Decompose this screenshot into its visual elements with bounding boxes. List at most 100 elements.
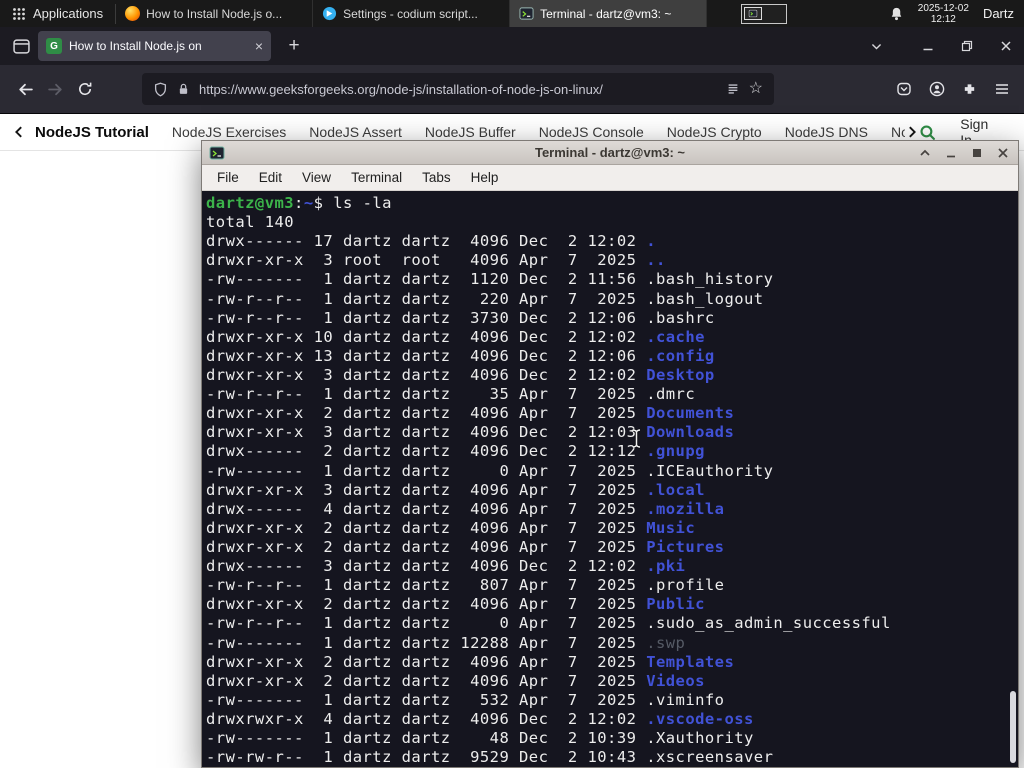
nav-link-more[interactable]: Node xyxy=(891,124,905,141)
window-minimize-button[interactable] xyxy=(920,38,936,54)
workspace-window-thumb xyxy=(744,7,763,20)
file-row: -rw------- 1 dartz dartz 0 Apr 7 2025 .I… xyxy=(206,461,774,480)
nav-link-buffer[interactable]: NodeJS Buffer xyxy=(425,124,516,141)
terminal-icon xyxy=(519,6,534,21)
codium-icon xyxy=(322,6,337,21)
terminal-menubar: File Edit View Terminal Tabs Help xyxy=(202,165,1018,191)
file-row: drwxr-xr-x 10 dartz dartz 4096 Dec 2 12:… xyxy=(206,327,705,346)
url-text[interactable]: https://www.geeksforgeeks.org/node-js/in… xyxy=(199,82,717,97)
top-panel: Applications How to Install Node.js o...… xyxy=(0,0,1024,27)
file-row: -rw------- 1 dartz dartz 12288 Apr 7 202… xyxy=(206,633,686,652)
file-row: drwxr-xr-x 2 dartz dartz 4096 Apr 7 2025… xyxy=(206,404,735,423)
account-icon[interactable] xyxy=(929,81,945,97)
applications-menu-button[interactable]: Applications xyxy=(0,0,115,27)
menu-hamburger-icon[interactable] xyxy=(994,81,1010,97)
new-tab-button[interactable]: + xyxy=(281,33,307,59)
taskbar-item-terminal[interactable]: Terminal - dartz@vm3: ~ xyxy=(510,0,708,27)
menu-help[interactable]: Help xyxy=(461,170,509,185)
back-button[interactable] xyxy=(10,74,40,104)
notifications-bell-icon[interactable] xyxy=(889,6,904,22)
taskbar-label: Terminal - dartz@vm3: ~ xyxy=(540,6,672,21)
file-row: -rw------- 1 dartz dartz 48 Dec 2 10:39 … xyxy=(206,729,754,748)
file-row: drwxr-xr-x 2 dartz dartz 4096 Apr 7 2025… xyxy=(206,537,725,556)
menu-file[interactable]: File xyxy=(207,170,249,185)
clock-date: 2025-12-02 xyxy=(917,2,969,14)
nav-chevron-right-icon[interactable] xyxy=(905,125,919,139)
url-bar[interactable]: https://www.geeksforgeeks.org/node-js/in… xyxy=(142,73,774,105)
file-row: -rw-r--r-- 1 dartz dartz 3730 Dec 2 12:0… xyxy=(206,308,715,327)
nav-link-crypto[interactable]: NodeJS Crypto xyxy=(667,124,762,141)
file-row: drwxr-xr-x 3 dartz dartz 4096 Apr 7 2025… xyxy=(206,480,705,499)
terminal-close-button[interactable] xyxy=(994,144,1011,161)
taskbar-item-codium[interactable]: Settings - codium script... xyxy=(313,0,511,27)
terminal-prompt-line: dartz@vm3:~$ ls -la xyxy=(206,194,392,212)
terminal-minimize-button[interactable] xyxy=(942,144,959,161)
terminal-window: Terminal - dartz@vm3: ~ File Edit View T… xyxy=(201,140,1019,768)
tab-close-icon[interactable]: × xyxy=(255,39,263,53)
menu-edit[interactable]: Edit xyxy=(249,170,292,185)
reader-view-icon[interactable] xyxy=(726,82,740,96)
desktop: Applications How to Install Node.js o...… xyxy=(0,0,1024,768)
site-favicon: G xyxy=(46,38,62,54)
file-row: -rw------- 1 dartz dartz 1120 Dec 2 11:5… xyxy=(206,270,774,289)
terminal-output[interactable]: dartz@vm3:~$ ls -la total 140 drwx------… xyxy=(202,191,1018,767)
file-row: drwx------ 17 dartz dartz 4096 Dec 2 12:… xyxy=(206,232,656,251)
firefox-view-button[interactable] xyxy=(7,32,35,60)
file-row: drwxr-xr-x 3 dartz dartz 4096 Dec 2 12:0… xyxy=(206,423,735,442)
nav-link-exercises[interactable]: NodeJS Exercises xyxy=(172,124,286,141)
nav-link-dns[interactable]: NodeJS DNS xyxy=(785,124,868,141)
tab-title: How to Install Node.js on xyxy=(69,39,202,53)
file-row: drwxr-xr-x 2 dartz dartz 4096 Apr 7 2025… xyxy=(206,518,696,537)
file-row: drwxr-xr-x 2 dartz dartz 4096 Apr 7 2025… xyxy=(206,595,705,614)
tabstrip-controls xyxy=(868,27,1014,65)
clock[interactable]: 2025-12-02 12:12 xyxy=(918,3,969,25)
file-row: drwxrwxr-x 4 dartz dartz 4096 Dec 2 12:0… xyxy=(206,709,754,728)
file-row: -rw-r--r-- 1 dartz dartz 0 Apr 7 2025 .s… xyxy=(206,614,891,633)
menu-terminal[interactable]: Terminal xyxy=(341,170,412,185)
file-row: -rw-r--r-- 1 dartz dartz 35 Apr 7 2025 .… xyxy=(206,385,696,404)
nav-link-console[interactable]: NodeJS Console xyxy=(539,124,644,141)
tracking-shield-icon[interactable] xyxy=(153,82,168,97)
panel-status-area: 2025-12-02 12:12 Dartz xyxy=(889,3,1024,25)
nav-link-assert[interactable]: NodeJS Assert xyxy=(309,124,402,141)
menu-view[interactable]: View xyxy=(292,170,341,185)
file-row: -rw------- 1 dartz dartz 532 Apr 7 2025 … xyxy=(206,690,725,709)
applications-grid-icon xyxy=(12,7,26,21)
bookmark-star-icon[interactable]: ☆ xyxy=(749,81,763,97)
terminal-scrollbar[interactable] xyxy=(1010,691,1016,763)
search-magnifier-icon[interactable] xyxy=(919,124,936,141)
nav-chevron-left-icon[interactable] xyxy=(12,125,26,139)
menu-tabs[interactable]: Tabs xyxy=(412,170,461,185)
tab-list-chevron-icon[interactable] xyxy=(868,38,884,54)
browser-tab[interactable]: G How to Install Node.js on × xyxy=(38,31,271,61)
forward-button[interactable] xyxy=(40,74,70,104)
tab-bar: G How to Install Node.js on × + xyxy=(0,27,1024,65)
toolbar-right-icons xyxy=(896,81,1014,97)
clock-time: 12:12 xyxy=(930,13,956,25)
taskbar-item-firefox[interactable]: How to Install Node.js o... xyxy=(116,0,314,27)
lock-icon[interactable] xyxy=(177,82,190,96)
firefox-icon xyxy=(125,6,141,21)
window-close-button[interactable] xyxy=(998,38,1014,54)
file-row: drwxr-xr-x 13 dartz dartz 4096 Dec 2 12:… xyxy=(206,346,715,365)
file-row: drwxr-xr-x 2 dartz dartz 4096 Apr 7 2025… xyxy=(206,671,705,690)
file-row: drwx------ 2 dartz dartz 4096 Dec 2 12:1… xyxy=(206,442,705,461)
window-restore-button[interactable] xyxy=(959,38,975,54)
taskbar-label: Settings - codium script... xyxy=(343,6,478,21)
file-row: drwxr-xr-x 3 root root 4096 Apr 7 2025 .… xyxy=(206,251,666,270)
reload-button[interactable] xyxy=(70,74,100,104)
file-row: drwx------ 4 dartz dartz 4096 Apr 7 2025… xyxy=(206,499,725,518)
file-row: drwxr-xr-x 2 dartz dartz 4096 Apr 7 2025… xyxy=(206,652,735,671)
extensions-icon[interactable] xyxy=(962,82,977,97)
shade-chevron-up-icon[interactable] xyxy=(916,144,933,161)
workspace-pager[interactable] xyxy=(741,3,788,24)
pocket-icon[interactable] xyxy=(896,81,912,97)
terminal-maximize-button[interactable] xyxy=(968,144,985,161)
file-row: -rw-r--r-- 1 dartz dartz 220 Apr 7 2025 … xyxy=(206,289,764,308)
file-row: -rw-rw-r-- 1 dartz dartz 9529 Dec 2 10:4… xyxy=(206,748,774,767)
nav-link-tutorial[interactable]: NodeJS Tutorial xyxy=(35,124,149,141)
user-indicator[interactable]: Dartz xyxy=(983,6,1014,21)
terminal-titlebar[interactable]: Terminal - dartz@vm3: ~ xyxy=(202,141,1018,165)
terminal-total-line: total 140 xyxy=(206,213,295,232)
workspace-switcher[interactable] xyxy=(741,3,788,24)
